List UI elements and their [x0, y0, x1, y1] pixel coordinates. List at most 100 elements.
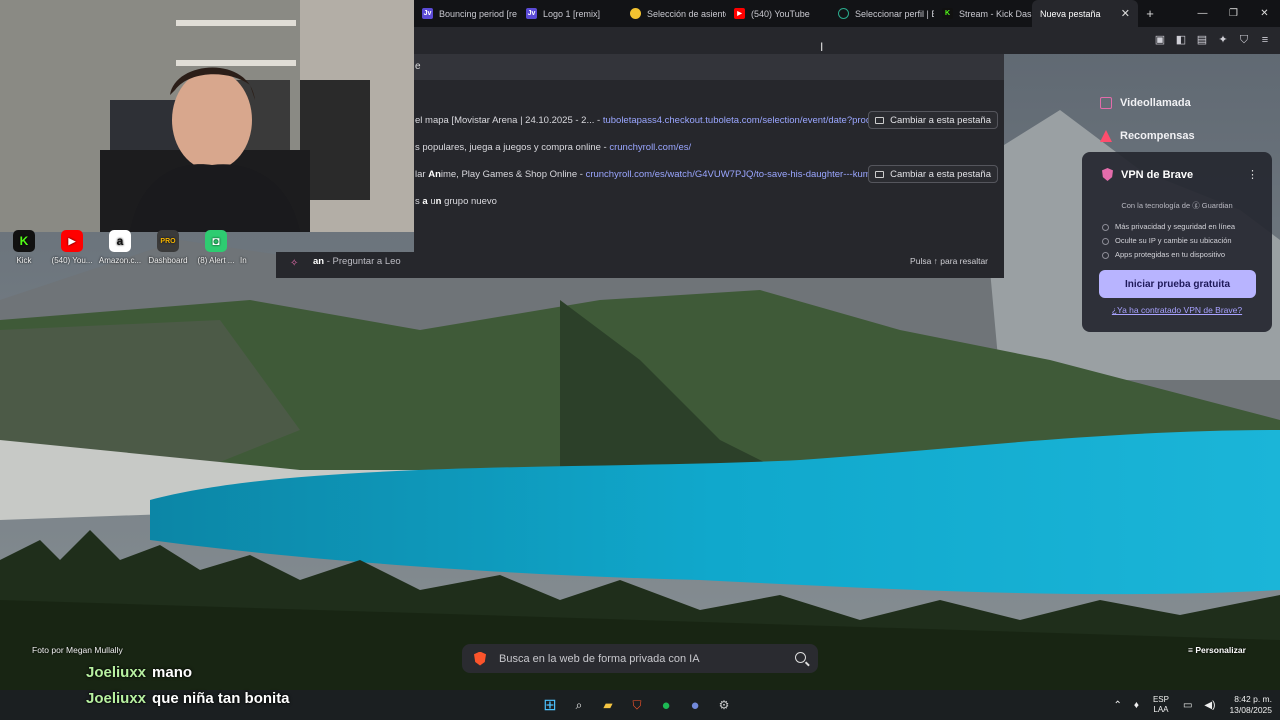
- close-window-button[interactable]: ✕: [1249, 0, 1280, 27]
- tab-switch-icon: [875, 116, 885, 124]
- chevron-up-icon[interactable]: ⌃: [1113, 700, 1121, 711]
- search-icon[interactable]: [795, 652, 806, 663]
- suggestion-row[interactable]: lar Anime, Play Games & Shop Online - cr…: [415, 169, 879, 180]
- omnibox-dropdown: e el mapa [Movistar Arena | 24.10.2025 -…: [414, 54, 1004, 278]
- kick-icon: K: [942, 8, 953, 19]
- recompensas-item[interactable]: Recompensas: [1100, 130, 1195, 142]
- brave-browser-icon[interactable]: ⛉: [627, 694, 647, 716]
- vpn-shield-icon[interactable]: ⛉: [1237, 33, 1251, 47]
- bookmarks-bar: K Kick ▶ (540) You... a Amazon.c... PRO …: [0, 228, 280, 276]
- text-cursor-icon: I: [820, 40, 824, 54]
- window-controls: — ❐ ✕: [1187, 0, 1280, 27]
- leo-query: an: [313, 256, 325, 267]
- close-tab-icon[interactable]: ✕: [1121, 7, 1130, 20]
- youtube-icon: ▶: [61, 230, 83, 252]
- bookmark-alert[interactable]: ◘ (8) Alert ...: [192, 228, 240, 276]
- windows-start-icon[interactable]: ⊞: [540, 694, 560, 716]
- vpn-bullet: Apps protegidas en tu dispositivo: [1102, 250, 1225, 259]
- bookmark-dashboard[interactable]: PRO Dashboard: [144, 228, 192, 276]
- tab-bouncing-period[interactable]: Jv Bouncing period [re: [414, 0, 518, 27]
- new-tab-button[interactable]: +: [1138, 6, 1162, 21]
- chat-username: Joeliuxx: [86, 664, 147, 681]
- tab-seleccionar-perfil[interactable]: Seleccionar perfil | E: [830, 0, 934, 27]
- rewards-icon: [1100, 130, 1112, 142]
- vpn-bullet: Oculte su IP y cambie su ubicación: [1102, 236, 1232, 245]
- vpn-shield-icon: [1102, 168, 1113, 181]
- webcam-overlay: [0, 0, 414, 232]
- tab-label: Logo 1 [remix]: [543, 8, 601, 19]
- already-purchased-link[interactable]: ¿Ya ha contratado VPN de Brave?: [1082, 305, 1272, 315]
- tab-label: (540) YouTube: [751, 8, 810, 19]
- kebab-menu-icon[interactable]: ⋮: [1247, 168, 1258, 181]
- bookmark-partial[interactable]: In: [240, 228, 260, 276]
- switch-to-tab-button[interactable]: Cambiar a esta pestaña: [868, 111, 998, 129]
- private-search-bar[interactable]: [462, 644, 818, 673]
- address-bar-input[interactable]: e: [414, 54, 1004, 80]
- bookmark-amazon[interactable]: a Amazon.c...: [96, 228, 144, 276]
- vpn-card: VPN de Brave ⋮ Con la tecnología de ⓖ Gu…: [1082, 152, 1272, 332]
- tab-seleccion-asiento[interactable]: Selección de asiento: [622, 0, 726, 27]
- tab-label: Stream - Kick Dashb: [959, 8, 1032, 19]
- suggestion-row[interactable]: s populares, juega a juegos y compra onl…: [415, 142, 691, 153]
- videollamada-item[interactable]: Videollamada: [1100, 97, 1191, 109]
- search-input[interactable]: [499, 652, 779, 665]
- photo-credit[interactable]: Foto por Megan Mullally: [32, 645, 123, 655]
- tab-favicon-icon: Jv: [526, 8, 537, 19]
- suggestion-row[interactable]: s a un grupo nuevo: [415, 196, 497, 207]
- start-free-trial-button[interactable]: Iniciar prueba gratuita: [1099, 270, 1256, 298]
- vpn-tech-label: Con la tecnología de ⓖ Guardian: [1121, 201, 1233, 210]
- pro-icon: PRO: [157, 230, 179, 252]
- settings-icon[interactable]: ⚙: [714, 694, 734, 716]
- kick-icon: K: [13, 230, 35, 252]
- browser-toolbar: ▣ ◧ ▤ ✦ ⛉ ≡: [414, 27, 1280, 54]
- leo-icon: ✧: [290, 258, 299, 269]
- switch-to-tab-button[interactable]: Cambiar a esta pestaña: [868, 165, 998, 183]
- tab-label: Seleccionar perfil | E: [855, 8, 934, 19]
- tab-label: Nueva pestaña: [1040, 8, 1101, 19]
- clock[interactable]: 8:42 p. m. 13/08/2025: [1229, 694, 1272, 716]
- chat-text: que niña tan bonita: [152, 690, 290, 707]
- tab-favicon-icon: [630, 8, 641, 19]
- brave-widgets-panel: Videollamada Recompensas VPN de Brave ⋮ …: [1082, 84, 1272, 332]
- maximize-button[interactable]: ❐: [1218, 0, 1249, 27]
- volume-icon[interactable]: ◀): [1204, 700, 1215, 711]
- ask-leo-row[interactable]: ✧ an - Preguntar a Leo Pulsa ↑ para resa…: [276, 252, 1004, 278]
- system-tray: ⌃ ♦ ESP LAA ▭ ◀) 8:42 p. m. 13/08/2025: [1107, 692, 1272, 718]
- personalize-button[interactable]: ≡ Personalizar: [1188, 645, 1246, 655]
- file-explorer-icon[interactable]: ▰: [598, 694, 618, 716]
- language-indicator[interactable]: ESP LAA: [1153, 695, 1169, 715]
- video-call-icon: [1100, 97, 1112, 109]
- tab-logo-remix[interactable]: Jv Logo 1 [remix]: [518, 0, 622, 27]
- brave-lion-icon: [474, 651, 486, 666]
- search-icon[interactable]: ⌕: [569, 694, 589, 716]
- network-icon[interactable]: ▭: [1183, 700, 1192, 711]
- alert-icon: ◘: [205, 230, 227, 252]
- spotify-icon[interactable]: ●: [656, 694, 676, 716]
- youtube-icon: ▶: [734, 8, 745, 19]
- bookmark-kick[interactable]: K Kick: [0, 228, 48, 276]
- wallet-icon[interactable]: ▤: [1195, 33, 1209, 47]
- menu-icon[interactable]: ≡: [1258, 33, 1272, 47]
- microphone-icon[interactable]: ♦: [1134, 700, 1139, 711]
- chat-message: Joeliuxx mano: [86, 664, 192, 681]
- chat-message: Joeliuxx que niña tan bonita: [86, 690, 290, 707]
- tab-label: Selección de asiento: [647, 8, 726, 19]
- tab-nueva-pestana[interactable]: Nueva pestaña ✕: [1032, 0, 1138, 27]
- tab-favicon-icon: Jv: [422, 8, 433, 19]
- highlight-hint: Pulsa ↑ para resaltar: [910, 256, 988, 266]
- tab-switch-icon: [875, 170, 885, 178]
- amazon-icon: a: [109, 230, 131, 252]
- suggestion-row[interactable]: el mapa [Movistar Arena | 24.10.2025 - 2…: [415, 115, 879, 126]
- tab-label: Bouncing period [re: [439, 8, 518, 19]
- discord-icon[interactable]: ●: [685, 694, 705, 716]
- tab-kick-dashboard[interactable]: K Stream - Kick Dashb: [934, 0, 1032, 27]
- minimize-button[interactable]: —: [1187, 0, 1218, 27]
- tab-youtube[interactable]: ▶ (540) YouTube: [726, 0, 830, 27]
- vpn-title: VPN de Brave: [1102, 168, 1193, 181]
- leo-calendar-icon[interactable]: ▣: [1153, 33, 1167, 47]
- bookmark-youtube[interactable]: ▶ (540) You...: [48, 228, 96, 276]
- leo-ai-icon[interactable]: ✦: [1216, 33, 1230, 47]
- tab-favicon-icon: [838, 8, 849, 19]
- tab-strip: Jv Bouncing period [re Jv Logo 1 [remix]…: [414, 0, 1280, 27]
- sidebar-icon[interactable]: ◧: [1174, 33, 1188, 47]
